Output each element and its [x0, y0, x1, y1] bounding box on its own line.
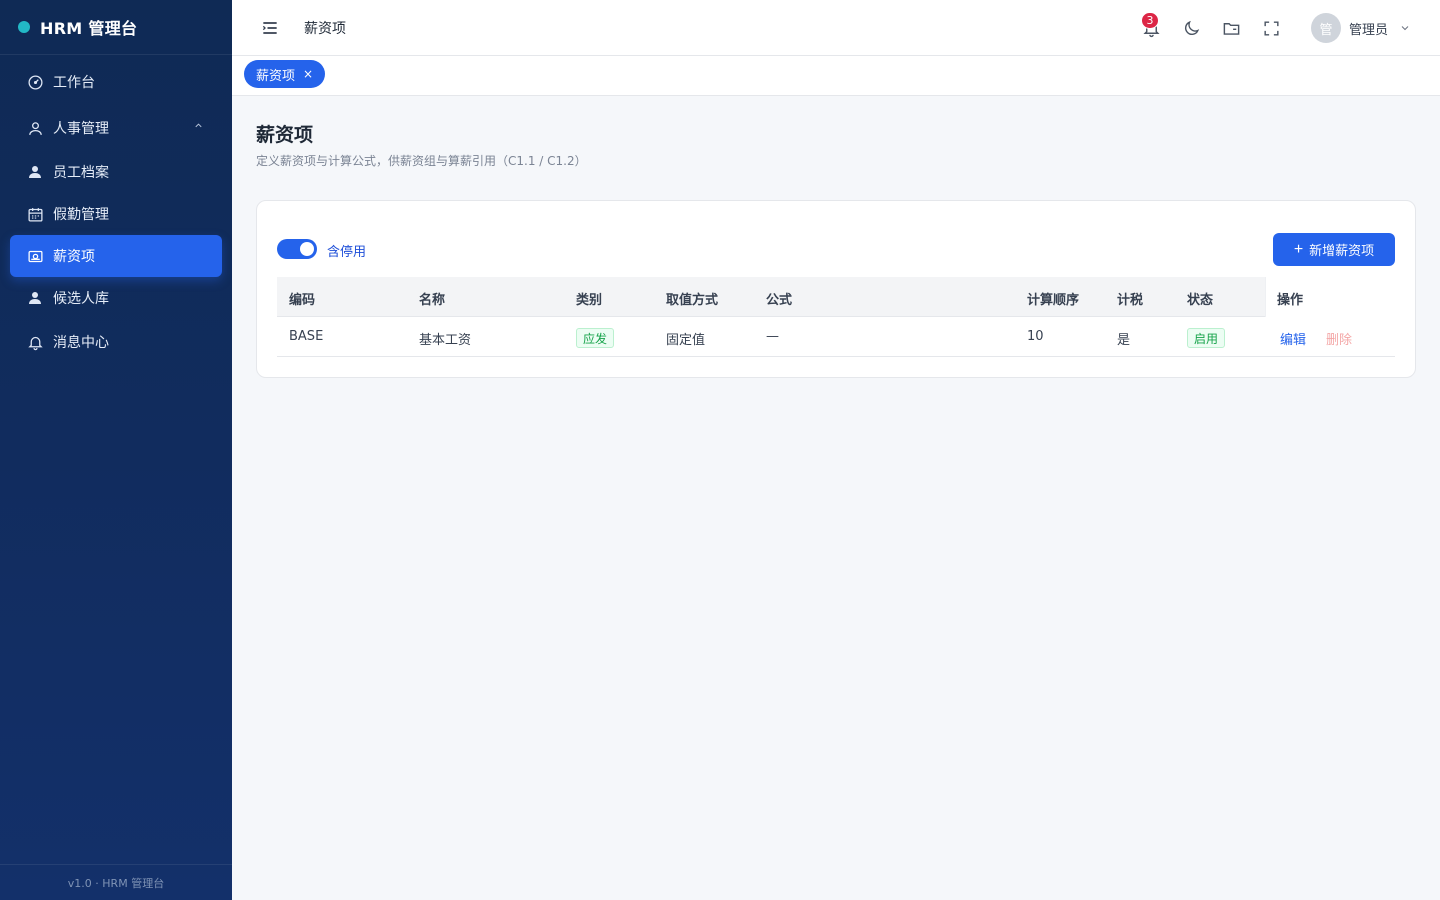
salary-items-table: 编码 名称 类别 取值方式 公式 计算顺序 计税 状态 操作 BASE 基本工资…	[277, 277, 1395, 357]
fullscreen-icon[interactable]	[1260, 17, 1282, 39]
edit-link[interactable]: 编辑	[1280, 329, 1306, 348]
sidebar-footer-version: v1.0 · HRM 管理台	[0, 864, 232, 900]
tab-bar: 薪资项 ×	[232, 56, 1440, 96]
page-subtitle: 定义薪资项与计算公式，供薪资组与算薪引用（C1.1 / C1.2）	[256, 154, 587, 168]
sidebar-item-candidates[interactable]: 候选人库	[10, 277, 222, 319]
add-salary-item-button[interactable]: + 新增薪资项	[1273, 233, 1395, 266]
menu-toggle-icon[interactable]	[260, 18, 280, 42]
bell-icon	[26, 333, 44, 351]
cell-formula: —	[766, 329, 779, 344]
sidebar-item-dashboard[interactable]: 工作台	[10, 59, 222, 105]
sidebar-item-attendance[interactable]: 假勤管理	[10, 193, 222, 235]
sidebar: HRM 管理台 工作台 人事管理 员工档案 假勤管理 薪资项 候选人库 消息中心…	[0, 0, 232, 900]
user-solid-icon	[26, 163, 44, 181]
cell-code: BASE	[289, 329, 324, 344]
breadcrumb: 薪资项	[304, 21, 346, 37]
brand-name: HRM 管理台	[40, 19, 138, 38]
col-header-value-mode: 取值方式	[666, 293, 719, 308]
close-icon[interactable]: ×	[303, 68, 313, 80]
page-title: 薪资项	[256, 124, 314, 146]
sidebar-item-label: 消息中心	[53, 335, 109, 351]
sidebar-item-salary-items[interactable]: 薪资项	[10, 235, 222, 277]
sidebar-menu: 工作台 人事管理 员工档案 假勤管理 薪资项 候选人库 消息中心	[0, 55, 232, 365]
user-outline-icon	[26, 119, 44, 137]
sidebar-item-label: 工作台	[53, 75, 95, 91]
cell-order: 10	[1027, 329, 1044, 344]
col-header-name: 名称	[419, 293, 446, 308]
col-header-order: 计算顺序	[1027, 293, 1080, 308]
status-badge: 启用	[1187, 328, 1226, 348]
chevron-up-icon	[193, 119, 204, 135]
brand-logo-dot	[18, 21, 30, 33]
sidebar-item-hr-management[interactable]: 人事管理	[10, 105, 222, 151]
top-header: 薪资项 3 管 管理员	[232, 0, 1440, 56]
dark-mode-moon-icon[interactable]	[1180, 17, 1202, 39]
folder-icon[interactable]	[1220, 17, 1242, 39]
toggle-knob	[300, 242, 314, 256]
category-tag: 应发	[576, 328, 615, 348]
sidebar-item-employee-files[interactable]: 员工档案	[10, 151, 222, 193]
col-header-ops: 操作	[1277, 293, 1304, 308]
dashboard-gauge-icon	[26, 73, 44, 91]
delete-link[interactable]: 删除	[1326, 329, 1352, 348]
sidebar-item-label: 假勤管理	[53, 207, 109, 223]
include-disabled-toggle[interactable]	[277, 239, 317, 259]
table-header: 编码 名称 类别 取值方式 公式 计算顺序 计税 状态 操作	[277, 277, 1395, 317]
tab-salary-items[interactable]: 薪资项 ×	[244, 60, 326, 88]
col-header-taxable: 计税	[1117, 293, 1144, 308]
user-name[interactable]: 管理员	[1349, 19, 1388, 38]
col-header-code: 编码	[289, 293, 316, 308]
col-header-status: 状态	[1187, 293, 1214, 308]
calendar-icon	[26, 205, 44, 223]
avatar[interactable]: 管	[1311, 13, 1341, 43]
brand: HRM 管理台	[0, 0, 232, 55]
cell-name: 基本工资	[419, 333, 472, 348]
table-row: BASE 基本工资 应发 固定值 — 10 是 启用 编辑 删除	[277, 317, 1395, 357]
notification-count-badge: 3	[1141, 12, 1159, 29]
add-button-label: 新增薪资项	[1309, 243, 1375, 258]
sidebar-item-label: 候选人库	[53, 291, 109, 307]
sidebar-item-label: 薪资项	[53, 249, 95, 265]
plus-icon: +	[1293, 240, 1304, 258]
sidebar-item-label: 人事管理	[53, 121, 109, 137]
cell-taxable: 是	[1117, 333, 1131, 348]
col-header-category: 类别	[576, 293, 603, 308]
tab-label: 薪资项	[256, 68, 296, 84]
sidebar-item-messages[interactable]: 消息中心	[10, 319, 222, 365]
col-header-formula: 公式	[766, 293, 793, 308]
salary-items-card: 含停用 + 新增薪资项 编码 名称 类别 取值方式 公式 计算顺序 计税 状态 …	[256, 200, 1416, 378]
sidebar-item-label: 员工档案	[53, 165, 109, 181]
chevron-down-icon[interactable]	[1399, 22, 1411, 38]
money-icon	[26, 247, 44, 265]
include-disabled-label[interactable]: 含停用	[327, 241, 366, 260]
cell-value-mode: 固定值	[666, 333, 706, 348]
user-solid-icon	[26, 289, 44, 307]
